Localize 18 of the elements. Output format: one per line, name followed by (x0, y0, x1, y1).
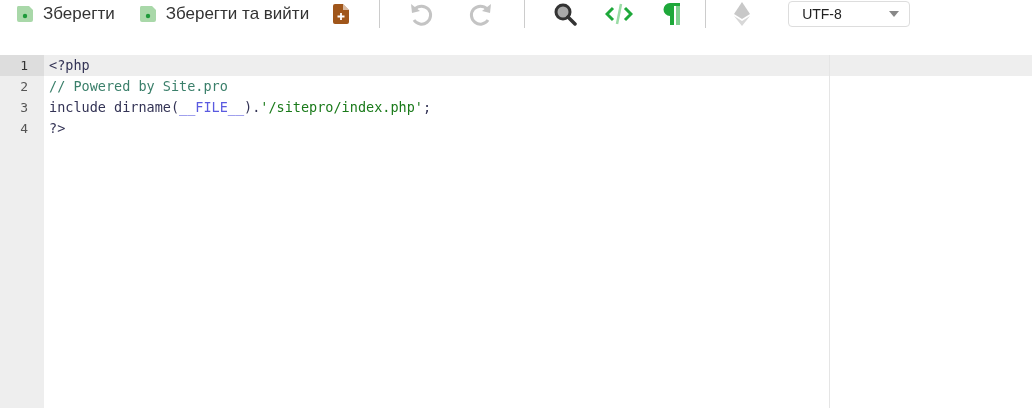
code-line: <?php (49, 57, 90, 73)
save-button[interactable]: Зберегти та вийти (130, 0, 318, 28)
code-icon (605, 3, 634, 25)
search-icon (553, 2, 578, 26)
line-number: 2 (19, 78, 29, 96)
undo-icon (408, 1, 435, 27)
pilcrow-icon (661, 2, 682, 26)
save-button[interactable]: Зберегти (8, 0, 123, 28)
line-number: 1 (0, 55, 44, 76)
line-number: 4 (19, 120, 29, 138)
encoding-select[interactable]: UTF-8 (788, 1, 911, 27)
code-line: ?> (49, 120, 66, 136)
diamond-icon (734, 2, 751, 26)
caret-icon (889, 11, 900, 17)
line-number: 3 (19, 99, 29, 117)
code-line: include dirname(__FILE__).'/sitepro/index.php'; (49, 99, 432, 115)
file-plus-icon (333, 4, 350, 24)
code-line: // Powered by Site.pro (49, 78, 228, 94)
